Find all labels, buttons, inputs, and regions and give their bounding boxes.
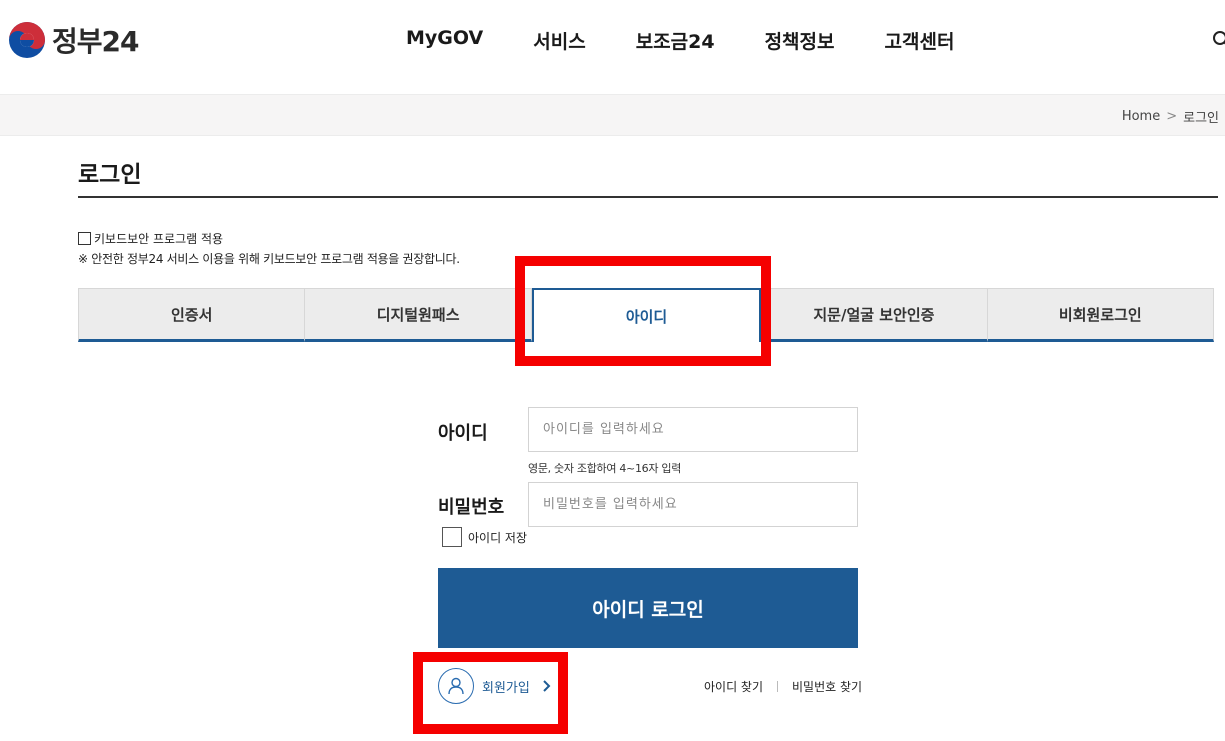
find-id-link[interactable]: 아이디 찾기	[704, 678, 763, 695]
highlight-box-id-tab	[515, 256, 771, 366]
keyboard-security-label[interactable]: 키보드보안 프로그램 적용	[94, 230, 223, 247]
keyboard-security-note: ※ 안전한 정부24 서비스 이용을 위해 키보드보안 프로그램 적용을 권장합…	[78, 252, 460, 266]
password-label: 비밀번호	[438, 497, 505, 518]
chevron-right-icon: >	[1166, 109, 1178, 124]
site-header: 정부24 MyGOV 서비스 보조금24 정책정보 고객센터	[0, 0, 1225, 94]
nav-policy-info[interactable]: 정책정보	[765, 27, 835, 54]
main-nav: MyGOV 서비스 보조금24 정책정보 고객센터	[380, 27, 1004, 54]
breadcrumb-bar: Home > 로그인	[0, 94, 1225, 136]
save-id-label[interactable]: 아이디 저장	[468, 529, 527, 546]
taegeuk-logo-icon	[9, 22, 45, 58]
nav-services[interactable]: 서비스	[533, 27, 585, 54]
breadcrumb: Home > 로그인	[1122, 107, 1219, 126]
tab-biometric-auth[interactable]: 지문/얼굴 보안인증	[761, 288, 988, 342]
keyboard-security-row: 키보드보안 프로그램 적용	[78, 230, 223, 247]
highlight-box-signup	[413, 652, 568, 734]
tab-non-member-login[interactable]: 비회원로그인	[987, 288, 1215, 342]
id-label: 아이디	[438, 423, 488, 444]
nav-customer-center[interactable]: 고객센터	[885, 27, 955, 54]
id-login-button[interactable]: 아이디 로그인	[438, 568, 858, 648]
search-icon[interactable]	[1212, 30, 1225, 48]
nav-mygov[interactable]: MyGOV	[406, 27, 483, 54]
nav-subsidy24[interactable]: 보조금24	[636, 27, 715, 54]
save-id-checkbox[interactable]	[442, 527, 462, 547]
breadcrumb-current: 로그인	[1183, 111, 1219, 126]
id-hint: 영문, 숫자 조합하여 4~16자 입력	[528, 462, 682, 475]
keyboard-security-checkbox[interactable]	[78, 232, 91, 245]
find-password-link[interactable]: 비밀번호 찾기	[792, 678, 862, 695]
logo-text: 정부24	[52, 25, 139, 58]
site-logo[interactable]: 정부24	[8, 20, 139, 60]
find-links: 아이디 찾기 비밀번호 찾기	[704, 678, 862, 695]
breadcrumb-home[interactable]: Home	[1122, 109, 1160, 124]
tab-certificate[interactable]: 인증서	[78, 288, 306, 342]
title-divider	[78, 196, 1218, 198]
page-title: 로그인	[78, 162, 142, 188]
link-divider	[777, 681, 779, 692]
password-input[interactable]	[528, 482, 858, 527]
id-input[interactable]	[528, 407, 858, 452]
save-id-row: 아이디 저장	[442, 527, 527, 547]
tab-digital-onepass[interactable]: 디지털원패스	[305, 288, 532, 342]
